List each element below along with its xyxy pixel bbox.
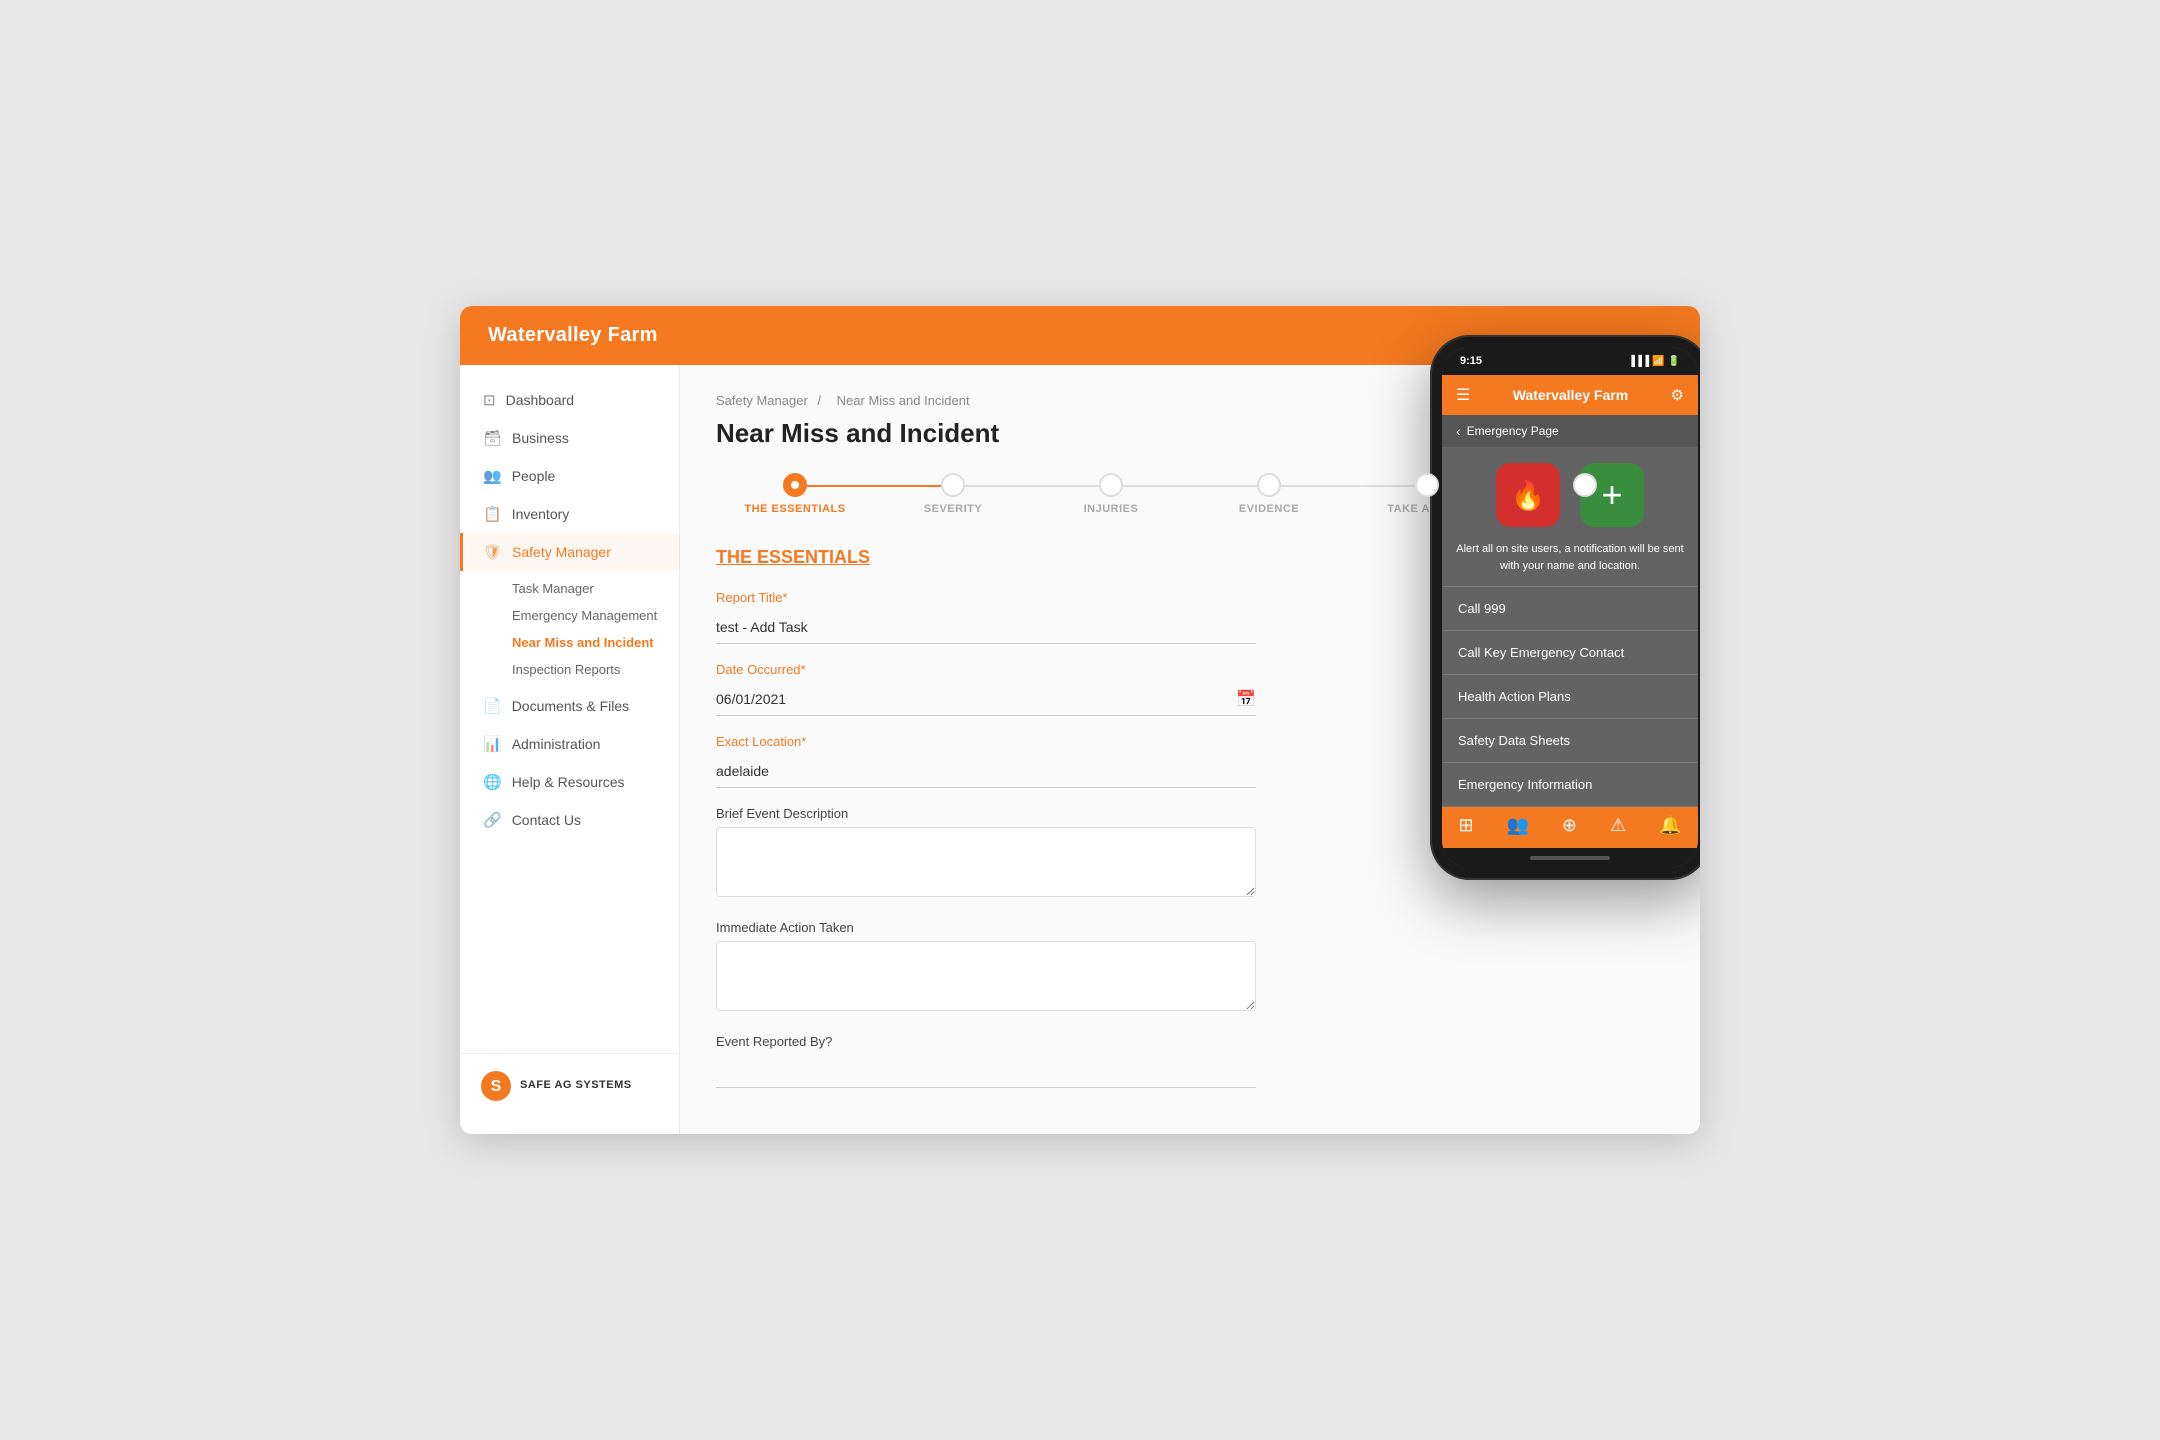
step-label-evidence: EVIDENCE: [1239, 503, 1299, 515]
form-group-immediate-action: Immediate Action Taken: [716, 920, 1664, 1016]
step-dot-sign-off: [1573, 473, 1597, 497]
phone-menu-health-action[interactable]: Health Action Plans: [1442, 675, 1698, 719]
hamburger-icon[interactable]: ☰: [1456, 385, 1470, 405]
input-report-title[interactable]: [716, 611, 1256, 644]
sidebar-item-help[interactable]: 🌐 Help & Resources: [460, 763, 679, 801]
dashboard-icon: ⊡: [483, 391, 496, 409]
step-label-injuries: INJURIES: [1084, 503, 1139, 515]
people-icon: 👥: [483, 467, 502, 485]
phone-menu-safety-data[interactable]: Safety Data Sheets: [1442, 719, 1698, 763]
sidebar-spacer: [460, 839, 679, 1053]
phone-status-bar: 9:15 ▐▐▐ 📶 🔋: [1442, 347, 1698, 375]
administration-icon: 📊: [483, 735, 502, 753]
sidebar: ⊡ Dashboard 🗃 Business 👥 People 📋 Invent…: [460, 365, 680, 1134]
help-icon: 🌐: [483, 773, 502, 791]
bottom-alert-icon[interactable]: ⚠: [1610, 815, 1626, 836]
step-label-essentials: THE ESSENTIALS: [744, 503, 845, 515]
sidebar-item-documents[interactable]: 📄 Documents & Files: [460, 687, 679, 725]
bottom-add-icon[interactable]: ⊕: [1562, 815, 1577, 836]
battery-icon: 🔋: [1668, 356, 1680, 367]
breadcrumb-current: Near Miss and Incident: [837, 393, 970, 408]
app-frame: Watervalley Farm ⊡ Dashboard 🗃 Business …: [460, 306, 1700, 1134]
back-chevron-icon: ‹: [1456, 423, 1461, 439]
phone-alert-text: Alert all on site users, a notification …: [1442, 537, 1698, 587]
sidebar-sub-safety: Task Manager Emergency Management Near M…: [460, 571, 679, 687]
sidebar-logo: S SAFE AG SYSTEMS: [460, 1053, 679, 1118]
step-evidence[interactable]: EVIDENCE: [1190, 473, 1348, 515]
input-reported-by[interactable]: [716, 1055, 1256, 1088]
input-date-occurred[interactable]: [716, 683, 1236, 715]
safety-icon: 🛡: [483, 543, 502, 561]
phone-home-indicator: [1442, 848, 1698, 868]
textarea-immediate-action[interactable]: [716, 941, 1256, 1011]
label-reported-by: Event Reported By?: [716, 1034, 1664, 1049]
form-group-reported-by: Event Reported By?: [716, 1034, 1664, 1088]
step-injuries[interactable]: INJURIES: [1032, 473, 1190, 515]
textarea-brief-description[interactable]: [716, 827, 1256, 897]
sidebar-item-contact[interactable]: 🔗 Contact Us: [460, 801, 679, 839]
main-layout: ⊡ Dashboard 🗃 Business 👥 People 📋 Invent…: [460, 365, 1700, 1134]
sidebar-sub-task-manager[interactable]: Task Manager: [504, 575, 679, 602]
phone-status-icons: ▐▐▐ 📶 🔋: [1628, 356, 1680, 367]
step-dot-evidence: [1257, 473, 1281, 497]
sidebar-item-business[interactable]: 🗃 Business: [460, 419, 679, 457]
phone-notch: [1530, 347, 1610, 369]
settings-icon[interactable]: ⚙: [1671, 386, 1684, 404]
step-dot-injuries: [1099, 473, 1123, 497]
phone-menu-call-999[interactable]: Call 999: [1442, 587, 1698, 631]
svg-text:S: S: [491, 1078, 502, 1095]
phone-screen: 9:15 ▐▐▐ 📶 🔋 ☰ Watervalley Farm ⚙: [1442, 347, 1698, 868]
phone-back-label: Emergency Page: [1467, 424, 1559, 438]
step-dot-take-action: [1415, 473, 1439, 497]
input-exact-location[interactable]: [716, 755, 1256, 788]
step-essentials[interactable]: THE ESSENTIALS: [716, 473, 874, 515]
fire-emergency-button[interactable]: 🔥: [1496, 463, 1560, 527]
business-icon: 🗃: [483, 429, 502, 447]
phone-mockup: 9:15 ▐▐▐ 📶 🔋 ☰ Watervalley Farm ⚙: [1430, 335, 1700, 880]
step-dot-severity: [941, 473, 965, 497]
sidebar-item-safety-manager[interactable]: 🛡 Safety Manager: [460, 533, 679, 571]
step-dot-essentials: [783, 473, 807, 497]
sidebar-sub-emergency[interactable]: Emergency Management: [504, 602, 679, 629]
main-content: Safety Manager / Near Miss and Incident …: [680, 365, 1700, 1134]
contact-icon: 🔗: [483, 811, 502, 829]
phone-time: 9:15: [1460, 355, 1482, 367]
bottom-grid-icon[interactable]: ⊞: [1458, 815, 1473, 836]
sidebar-sub-near-miss[interactable]: Near Miss and Incident: [504, 629, 679, 656]
breadcrumb-parent[interactable]: Safety Manager: [716, 393, 808, 408]
signal-icon: ▐▐▐: [1628, 356, 1649, 367]
step-severity[interactable]: SEVERITY: [874, 473, 1032, 515]
sidebar-item-inventory[interactable]: 📋 Inventory: [460, 495, 679, 533]
bottom-notification-icon[interactable]: 🔔: [1659, 815, 1681, 836]
date-input-container: 📅: [716, 683, 1256, 716]
phone-header: ☰ Watervalley Farm ⚙: [1442, 375, 1698, 415]
phone-menu-call-key[interactable]: Call Key Emergency Contact: [1442, 631, 1698, 675]
inventory-icon: 📋: [483, 505, 502, 523]
sidebar-item-people[interactable]: 👥 People: [460, 457, 679, 495]
breadcrumb-separator: /: [817, 393, 821, 408]
phone-menu-emergency-info[interactable]: Emergency Information: [1442, 763, 1698, 807]
phone-emergency-buttons: 🔥 +: [1442, 447, 1698, 537]
app-title: Watervalley Farm: [488, 324, 658, 347]
phone-bottom-bar: ⊞ 👥 ⊕ ⚠ 🔔: [1442, 807, 1698, 848]
label-immediate-action: Immediate Action Taken: [716, 920, 1664, 935]
sidebar-item-administration[interactable]: 📊 Administration: [460, 725, 679, 763]
wifi-icon: 📶: [1652, 356, 1664, 367]
step-label-severity: SEVERITY: [924, 503, 982, 515]
sidebar-item-dashboard[interactable]: ⊡ Dashboard: [460, 381, 679, 419]
home-bar: [1530, 856, 1610, 860]
phone-app-title: Watervalley Farm: [1513, 387, 1628, 403]
brand-logo-icon: S: [480, 1070, 512, 1102]
documents-icon: 📄: [483, 697, 502, 715]
bottom-people-icon[interactable]: 👥: [1507, 815, 1529, 836]
calendar-icon[interactable]: 📅: [1236, 689, 1256, 709]
phone-back-bar[interactable]: ‹ Emergency Page: [1442, 415, 1698, 447]
sidebar-sub-inspection[interactable]: Inspection Reports: [504, 656, 679, 683]
